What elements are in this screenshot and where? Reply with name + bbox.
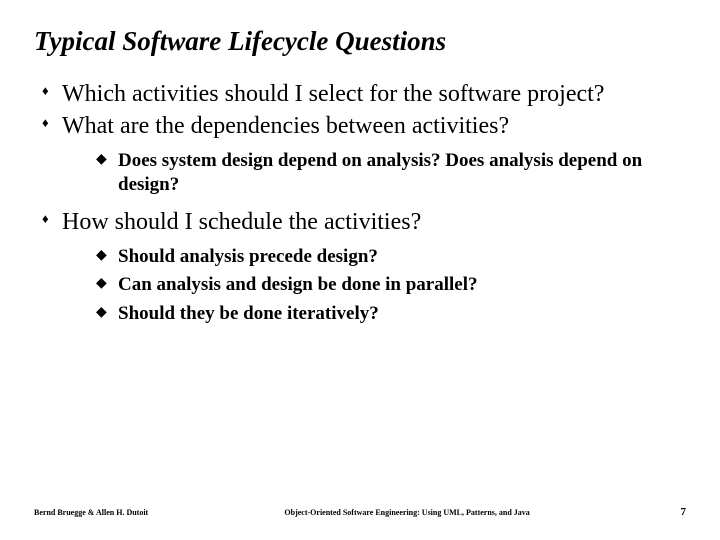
bullet-text: What are the dependencies between activi… [62, 113, 509, 139]
bullet-item: Which activities should I select for the… [42, 79, 686, 109]
bullet-list: Which activities should I select for the… [34, 79, 686, 326]
bullet-item: What are the dependencies between activi… [42, 111, 686, 197]
sub-bullet-item: Can analysis and design be done in paral… [96, 273, 686, 297]
bullet-item: How should I schedule the activities? Sh… [42, 207, 686, 326]
page-number: 7 [666, 506, 686, 518]
footer-author: Bernd Bruegge & Allen H. Dutoit [34, 508, 148, 517]
footer: Bernd Bruegge & Allen H. Dutoit Object-O… [0, 506, 720, 518]
sub-bullet-item: Should they be done iteratively? [96, 302, 686, 326]
sub-bullet-list: Should analysis precede design? Can anal… [62, 245, 686, 326]
footer-title: Object-Oriented Software Engineering: Us… [148, 508, 666, 517]
sub-bullet-list: Does system design depend on analysis? D… [62, 149, 686, 197]
slide-title: Typical Software Lifecycle Questions [34, 26, 686, 57]
slide: Typical Software Lifecycle Questions Whi… [0, 0, 720, 540]
sub-bullet-item: Should analysis precede design? [96, 245, 686, 269]
sub-bullet-item: Does system design depend on analysis? D… [96, 149, 686, 197]
bullet-text: How should I schedule the activities? [62, 209, 421, 235]
